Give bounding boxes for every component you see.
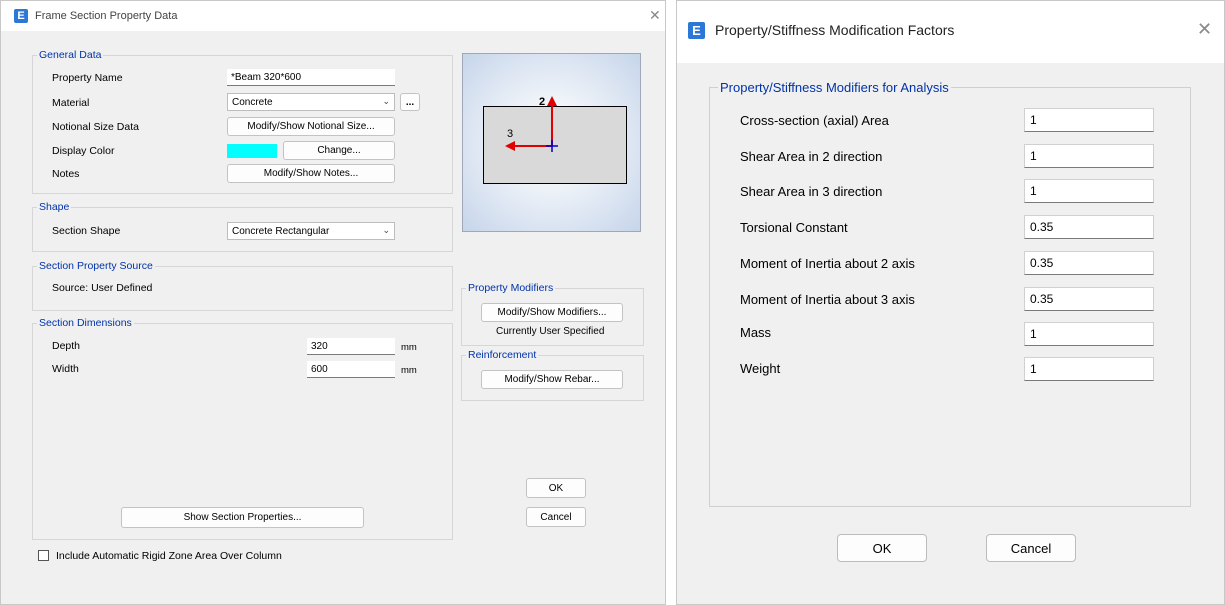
modifier-input[interactable] (1024, 215, 1154, 239)
group-legend: Property Modifiers (468, 282, 554, 294)
change-color-button[interactable]: Change... (283, 141, 395, 160)
dialog-title: Property/Stiffness Modification Factors (715, 22, 955, 38)
close-icon[interactable]: ✕ (1197, 19, 1212, 40)
close-icon[interactable]: ✕ (649, 7, 661, 24)
modifier-input[interactable] (1024, 251, 1154, 275)
depth-label: Depth (52, 340, 81, 352)
app-icon: E (688, 22, 705, 39)
modifier-label: Weight (740, 361, 781, 376)
modification-factors-dialog: E Property/Stiffness Modification Factor… (676, 0, 1225, 605)
property-name-input[interactable] (227, 69, 395, 86)
modifier-input[interactable] (1024, 357, 1154, 381)
modifier-input[interactable] (1024, 108, 1154, 132)
rigid-zone-label: Include Automatic Rigid Zone Area Over C… (56, 550, 282, 562)
axis-2-label: 2 (539, 96, 546, 108)
group-legend: Section Property Source (39, 260, 153, 272)
app-icon: E (14, 9, 28, 23)
modify-modifiers-button[interactable]: Modify/Show Modifiers... (481, 303, 623, 322)
modifier-label: Torsional Constant (740, 220, 848, 235)
material-browse-button[interactable]: ... (400, 93, 420, 111)
notes-label: Notes (52, 168, 80, 180)
modifier-input[interactable] (1024, 144, 1154, 168)
width-label: Width (52, 363, 79, 375)
section-shape-label: Section Shape (52, 225, 121, 237)
title-bar: E Frame Section Property Data ✕ (1, 1, 665, 31)
modifier-input[interactable] (1024, 322, 1154, 346)
notional-size-label: Notional Size Data (52, 121, 139, 133)
modifier-label: Cross-section (axial) Area (740, 113, 889, 128)
section-shape-select[interactable]: Concrete Rectangular ⌄ (227, 222, 395, 240)
color-swatch (227, 144, 277, 158)
title-bar: E Property/Stiffness Modification Factor… (677, 1, 1224, 63)
modifier-label: Moment of Inertia about 3 axis (740, 292, 915, 307)
group-legend: Shape (39, 201, 70, 213)
chevron-down-icon: ⌄ (382, 96, 390, 106)
material-select[interactable]: Concrete ⌄ (227, 93, 395, 111)
modifier-label: Shear Area in 2 direction (740, 149, 883, 164)
frame-section-dialog: E Frame Section Property Data ✕ General … (0, 0, 666, 605)
modify-rebar-button[interactable]: Modify/Show Rebar... (481, 370, 623, 389)
material-label: Material (52, 97, 90, 109)
modifier-label: Mass (740, 325, 772, 340)
depth-unit: mm (401, 342, 417, 353)
modifier-input[interactable] (1024, 287, 1154, 311)
group-legend: Property/Stiffness Modifiers for Analysi… (720, 80, 949, 95)
group-legend: Section Dimensions (39, 317, 132, 329)
cancel-button[interactable]: Cancel (526, 507, 586, 527)
modifier-label: Moment of Inertia about 2 axis (740, 256, 915, 271)
material-value: Concrete (232, 97, 273, 108)
ok-button[interactable]: OK (837, 534, 927, 562)
axis-3-label: 3 (507, 128, 514, 140)
cancel-button[interactable]: Cancel (986, 534, 1076, 562)
width-input[interactable] (307, 361, 395, 378)
notes-button[interactable]: Modify/Show Notes... (227, 164, 395, 183)
group-legend: General Data (39, 49, 102, 61)
section-preview: 2 3 (462, 53, 641, 232)
ok-button[interactable]: OK (526, 478, 586, 498)
modifier-label: Shear Area in 3 direction (740, 184, 883, 199)
group-legend: Reinforcement (468, 349, 537, 361)
axis-icon (505, 96, 558, 152)
source-text: Source: User Defined (52, 282, 153, 294)
property-name-label: Property Name (52, 72, 123, 84)
width-unit: mm (401, 365, 417, 376)
show-section-properties-button[interactable]: Show Section Properties... (121, 507, 364, 528)
display-color-label: Display Color (52, 145, 115, 157)
chevron-down-icon: ⌄ (382, 225, 390, 235)
modifiers-status: Currently User Specified (496, 326, 605, 337)
depth-input[interactable] (307, 338, 395, 355)
notional-size-button[interactable]: Modify/Show Notional Size... (227, 117, 395, 136)
dialog-title: Frame Section Property Data (35, 10, 178, 22)
section-shape-value: Concrete Rectangular (232, 226, 330, 237)
rigid-zone-checkbox[interactable] (38, 550, 49, 561)
modifier-input[interactable] (1024, 179, 1154, 203)
